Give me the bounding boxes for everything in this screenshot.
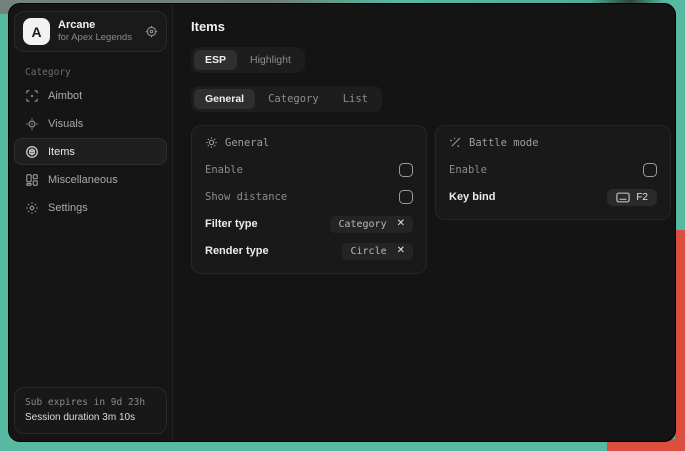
keyboard-icon	[616, 192, 630, 203]
select-value: Circle	[350, 246, 386, 257]
select-value: Category	[338, 219, 386, 230]
setting-row-filter-type: Filter type Category ✕	[205, 214, 413, 234]
sidebar-section-label: Category	[25, 67, 172, 78]
tab-list[interactable]: List	[332, 89, 379, 109]
setting-label: Filter type	[205, 218, 258, 230]
battle-enable-checkbox[interactable]	[643, 163, 657, 177]
view-tabbar: General Category List	[191, 86, 382, 112]
tab-general[interactable]: General	[194, 89, 255, 109]
sidebar-nav: Aimbot Visuals	[9, 82, 172, 222]
sidebar-item-label: Settings	[48, 202, 88, 214]
sidebar-item-miscellaneous[interactable]: Miscellaneous	[14, 166, 167, 193]
clear-icon[interactable]: ✕	[397, 219, 405, 229]
sidebar-item-visuals[interactable]: Visuals	[14, 110, 167, 137]
sidebar-item-settings[interactable]: Settings	[14, 194, 167, 221]
gear-icon	[25, 201, 39, 215]
logo-text: Arcane for Apex Legends	[58, 19, 137, 45]
setting-row-enable: Enable	[449, 160, 657, 180]
session-duration-text: Session duration 3m 10s	[25, 410, 156, 425]
show-distance-checkbox[interactable]	[399, 190, 413, 204]
app-logo: A	[23, 18, 50, 45]
sidebar-item-label: Items	[48, 146, 75, 158]
sidebar-item-label: Aimbot	[48, 90, 82, 102]
sub-expiry-text: Sub expires in 9d 23h	[25, 396, 156, 410]
app-subtitle: for Apex Legends	[58, 32, 137, 44]
sun-icon	[205, 136, 218, 149]
subscription-card: Sub expires in 9d 23h Session duration 3…	[14, 387, 167, 434]
panel-general: General Enable Show distance Filter type…	[191, 125, 427, 274]
setting-row-show-distance: Show distance	[205, 187, 413, 207]
tab-esp[interactable]: ESP	[194, 50, 237, 70]
setting-label: Show distance	[205, 191, 287, 203]
sidebar-item-items[interactable]: Items	[14, 138, 167, 165]
setting-label: Enable	[205, 164, 243, 176]
tab-highlight[interactable]: Highlight	[239, 50, 302, 70]
setting-row-render-type: Render type Circle ✕	[205, 241, 413, 261]
sidebar: A Arcane for Apex Legends Category	[9, 4, 173, 441]
clear-icon[interactable]: ✕	[397, 246, 405, 256]
crosshair-icon	[25, 89, 39, 103]
setting-row-key-bind: Key bind F2	[449, 187, 657, 207]
sidebar-item-label: Visuals	[48, 118, 83, 130]
setting-label: Key bind	[449, 191, 495, 203]
panel-battle-mode: Battle mode Enable Key bind	[435, 125, 671, 220]
mode-tabbar: ESP Highlight	[191, 47, 305, 73]
page-title: Items	[191, 19, 671, 34]
panel-title: Battle mode	[469, 137, 539, 149]
setting-label: Enable	[449, 164, 487, 176]
setting-row-enable: Enable	[205, 160, 413, 180]
key-bind-button[interactable]: F2	[607, 189, 657, 206]
panels-row: General Enable Show distance Filter type…	[191, 125, 671, 274]
keybind-value: F2	[636, 192, 648, 203]
desktop-backdrop-red	[675, 230, 685, 451]
tab-category[interactable]: Category	[257, 89, 330, 109]
panel-title: General	[225, 137, 269, 149]
package-icon	[25, 145, 39, 159]
scan-eye-icon	[25, 117, 39, 131]
logo-card: A Arcane for Apex Legends	[14, 11, 167, 52]
sidebar-spacer	[9, 222, 172, 387]
setting-label: Render type	[205, 245, 269, 257]
target-icon[interactable]	[145, 25, 158, 38]
sidebar-item-label: Miscellaneous	[48, 174, 118, 186]
wand-icon	[449, 136, 462, 149]
render-type-select[interactable]: Circle ✕	[342, 243, 413, 260]
sidebar-item-aimbot[interactable]: Aimbot	[14, 82, 167, 109]
filter-type-select[interactable]: Category ✕	[330, 216, 413, 233]
grid-icon	[25, 173, 39, 187]
app-title: Arcane	[58, 19, 137, 33]
app-window: A Arcane for Apex Legends Category	[8, 3, 676, 442]
enable-checkbox[interactable]	[399, 163, 413, 177]
main-content: Items ESP Highlight General Category Lis…	[173, 4, 676, 441]
